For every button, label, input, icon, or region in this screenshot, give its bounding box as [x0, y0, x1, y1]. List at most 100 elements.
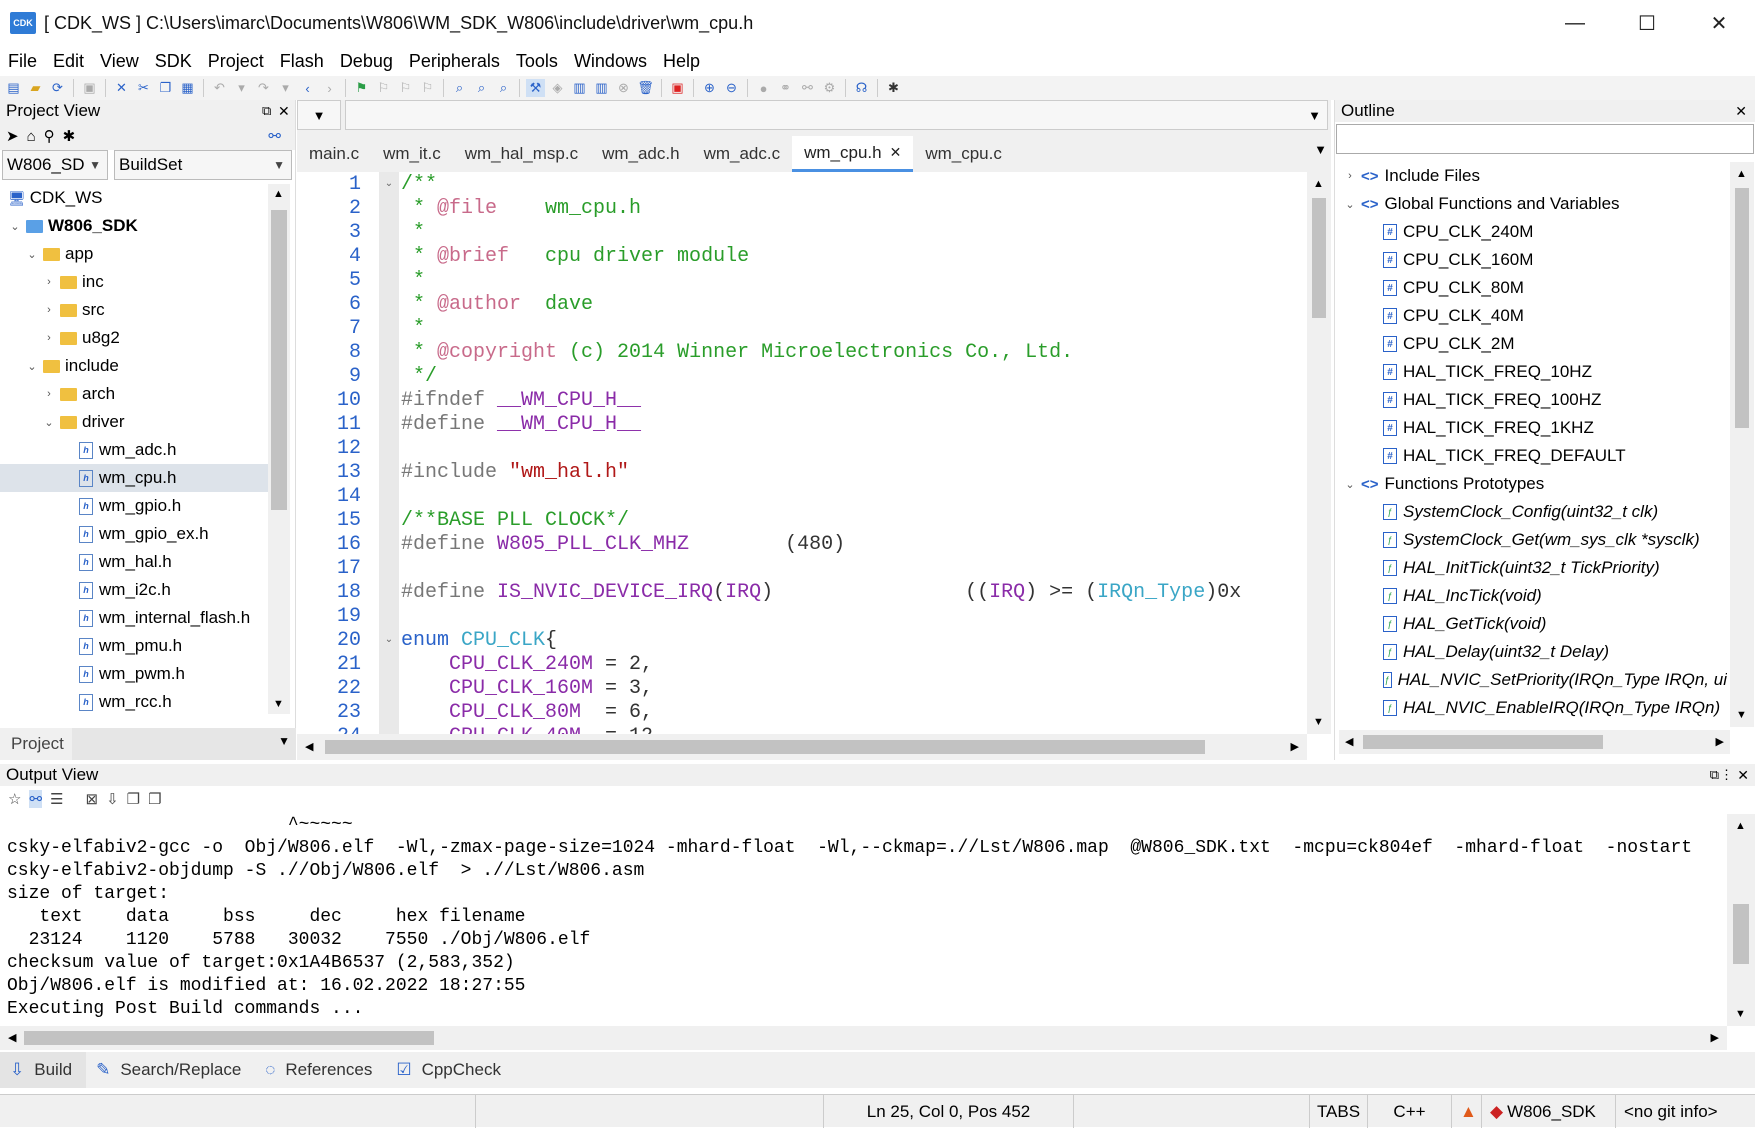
find-icon[interactable]: ⌕: [450, 79, 469, 97]
close-button[interactable]: ✕: [1684, 0, 1754, 46]
scroll-down-icon[interactable]: ▼: [1736, 709, 1747, 721]
outline-item[interactable]: # CPU_CLK_160M: [1339, 246, 1727, 274]
outline-item[interactable]: ƒ HAL_NVIC_SetPriority(IRQn_Type IRQn, ui: [1339, 666, 1727, 694]
tree-item[interactable]: ⌄ app: [0, 240, 268, 268]
bug-icon[interactable]: ✱: [884, 79, 903, 97]
rebuild-icon[interactable]: ◈: [548, 79, 567, 97]
undo-icon[interactable]: ↶: [210, 79, 229, 97]
function-dropdown[interactable]: ▼: [345, 100, 1328, 130]
new-file-icon[interactable]: ▤: [4, 79, 23, 97]
paste-icon[interactable]: ▦: [178, 79, 197, 97]
scrollbar-thumb[interactable]: [271, 210, 287, 510]
status-position[interactable]: Ln 25, Col 0, Pos 452: [823, 1095, 1073, 1128]
tab-references[interactable]: ◌ References: [255, 1052, 386, 1088]
copy-icon[interactable]: ❐: [156, 79, 175, 97]
bookmark-next-icon[interactable]: ⚐: [396, 79, 415, 97]
outline-item[interactable]: # CPU_CLK_40M: [1339, 302, 1727, 330]
tab-wm_cpu-h[interactable]: wm_cpu.h ✕: [792, 136, 914, 172]
tree-item[interactable]: h wm_hal.h: [0, 548, 268, 576]
locate-icon[interactable]: ➤: [6, 127, 19, 145]
tree-item[interactable]: ⌄ driver: [0, 408, 268, 436]
fold-marker-icon[interactable]: ⌄: [379, 628, 399, 652]
chevron-icon[interactable]: ⌄: [25, 248, 39, 261]
tree-item[interactable]: › arch: [0, 380, 268, 408]
forward-icon[interactable]: ›: [320, 79, 339, 97]
tab-build[interactable]: ⇩ Build: [0, 1052, 87, 1088]
project-combo[interactable]: W806_SD ▼: [2, 150, 108, 180]
link-icon[interactable]: ⚯: [29, 790, 43, 808]
save-icon[interactable]: ▣: [80, 79, 99, 97]
chevron-icon[interactable]: ›: [42, 332, 56, 344]
editor-vscrollbar[interactable]: ▲ ▼: [1307, 172, 1331, 734]
output-text[interactable]: ^~~~~~ csky-elfabiv2-gcc -o Obj/W806.elf …: [0, 814, 1725, 1024]
status-git[interactable]: <no git info>: [1615, 1095, 1755, 1128]
menu-view[interactable]: View: [92, 51, 147, 72]
menu-debug[interactable]: Debug: [332, 51, 401, 72]
scroll-left-icon[interactable]: ◀: [1345, 735, 1353, 748]
tree-item[interactable]: ⌄ W806_SDK: [0, 212, 268, 240]
tree-item[interactable]: h wm_internal_flash.h: [0, 604, 268, 632]
outline-item[interactable]: # HAL_TICK_FREQ_1KHZ: [1339, 414, 1727, 442]
wrap-icon[interactable]: ☰: [50, 790, 63, 808]
outline-item[interactable]: ƒ HAL_InitTick(uint32_t TickPriority): [1339, 554, 1727, 582]
status-language[interactable]: C++: [1367, 1095, 1451, 1128]
status-indent[interactable]: TABS: [1309, 1095, 1367, 1128]
outline-item[interactable]: ƒ HAL_NVIC_EnableIRQ(IRQn_Type IRQn): [1339, 694, 1727, 722]
scroll-up-icon[interactable]: ▲: [1313, 178, 1324, 190]
bug-icon[interactable]: ✱: [63, 127, 76, 145]
build-icon[interactable]: ⚒: [526, 79, 545, 97]
tree-item[interactable]: h wm_gpio_ex.h: [0, 520, 268, 548]
menu-sdk[interactable]: SDK: [147, 51, 200, 72]
scroll-down-icon[interactable]: ▼: [1735, 1008, 1746, 1020]
project-tree-scrollbar[interactable]: ▲ ▼: [268, 184, 290, 714]
tree-item[interactable]: h wm_pwm.h: [0, 660, 268, 688]
menu-windows[interactable]: Windows: [566, 51, 655, 72]
outline-item[interactable]: # HAL_TICK_FREQ_10HZ: [1339, 358, 1727, 386]
outline-item[interactable]: # HAL_TICK_FREQ_100HZ: [1339, 386, 1727, 414]
headset-icon[interactable]: ☊: [852, 79, 871, 97]
tree-item[interactable]: h wm_rcc.h: [0, 688, 268, 714]
scrollbar-thumb[interactable]: [24, 1031, 434, 1045]
find-in-files-icon[interactable]: ⌕: [472, 79, 491, 97]
tab-wm_adc-c[interactable]: wm_adc.c: [692, 136, 793, 172]
scroll-down-icon[interactable]: ▼: [273, 698, 284, 710]
scroll-down-icon[interactable]: ▼: [1313, 716, 1324, 728]
scrollbar-thumb[interactable]: [1363, 735, 1603, 749]
editor-hscrollbar[interactable]: ◀ ▶: [297, 734, 1307, 760]
tree-item[interactable]: › inc: [0, 268, 268, 296]
redo-dropdown-icon[interactable]: ▾: [276, 79, 295, 97]
tree-item[interactable]: › u8g2: [0, 324, 268, 352]
maximize-button[interactable]: ☐: [1612, 0, 1682, 46]
chevron-icon[interactable]: ›: [42, 276, 56, 288]
tab-wm_adc-h[interactable]: wm_adc.h: [590, 136, 691, 172]
cut-icon[interactable]: ✂: [134, 79, 153, 97]
float-panel-icon[interactable]: ⧉: [1710, 767, 1719, 783]
menu-file[interactable]: File: [0, 51, 45, 72]
tab-main-c[interactable]: main.c: [297, 136, 371, 172]
save-output-icon[interactable]: ⇩: [106, 790, 119, 808]
outline-filter-input[interactable]: [1336, 124, 1754, 154]
fold-marker-icon[interactable]: ⌄: [379, 172, 399, 196]
stop-build-icon[interactable]: ⊗: [614, 79, 633, 97]
outline-item[interactable]: # CPU_CLK_80M: [1339, 274, 1727, 302]
debug-connect-icon[interactable]: ⚭: [776, 79, 795, 97]
code-view[interactable]: 1 ⌄/** 2 * @file wm_cpu.h 3 * 4 * @brief cpu…: [297, 172, 1307, 734]
minimize-button[interactable]: —: [1540, 0, 1610, 46]
scrollbar-thumb[interactable]: [325, 740, 1205, 754]
float-panel-icon[interactable]: ⧉: [262, 103, 271, 119]
clear-icon[interactable]: ⊠: [85, 790, 98, 808]
chevron-icon[interactable]: ⌄: [25, 360, 39, 373]
tab-cppcheck[interactable]: ☑ CppCheck: [386, 1052, 515, 1088]
reload-icon[interactable]: ⟳: [48, 79, 67, 97]
output-vscrollbar[interactable]: ▲ ▼: [1727, 814, 1755, 1026]
menu-help[interactable]: Help: [655, 51, 708, 72]
chevron-icon[interactable]: ⌄: [8, 220, 22, 233]
link-icon[interactable]: ⚯: [268, 127, 281, 145]
menu-tools[interactable]: Tools: [508, 51, 566, 72]
debug-link-icon[interactable]: ⚯: [798, 79, 817, 97]
outline-item[interactable]: # CPU_CLK_240M: [1339, 218, 1727, 246]
scroll-up-icon[interactable]: ▲: [1736, 168, 1747, 180]
bookmark-clear-icon[interactable]: ⚐: [418, 79, 437, 97]
tree-item[interactable]: ⌄ include: [0, 352, 268, 380]
close-panel-icon[interactable]: ✕: [1735, 103, 1747, 120]
